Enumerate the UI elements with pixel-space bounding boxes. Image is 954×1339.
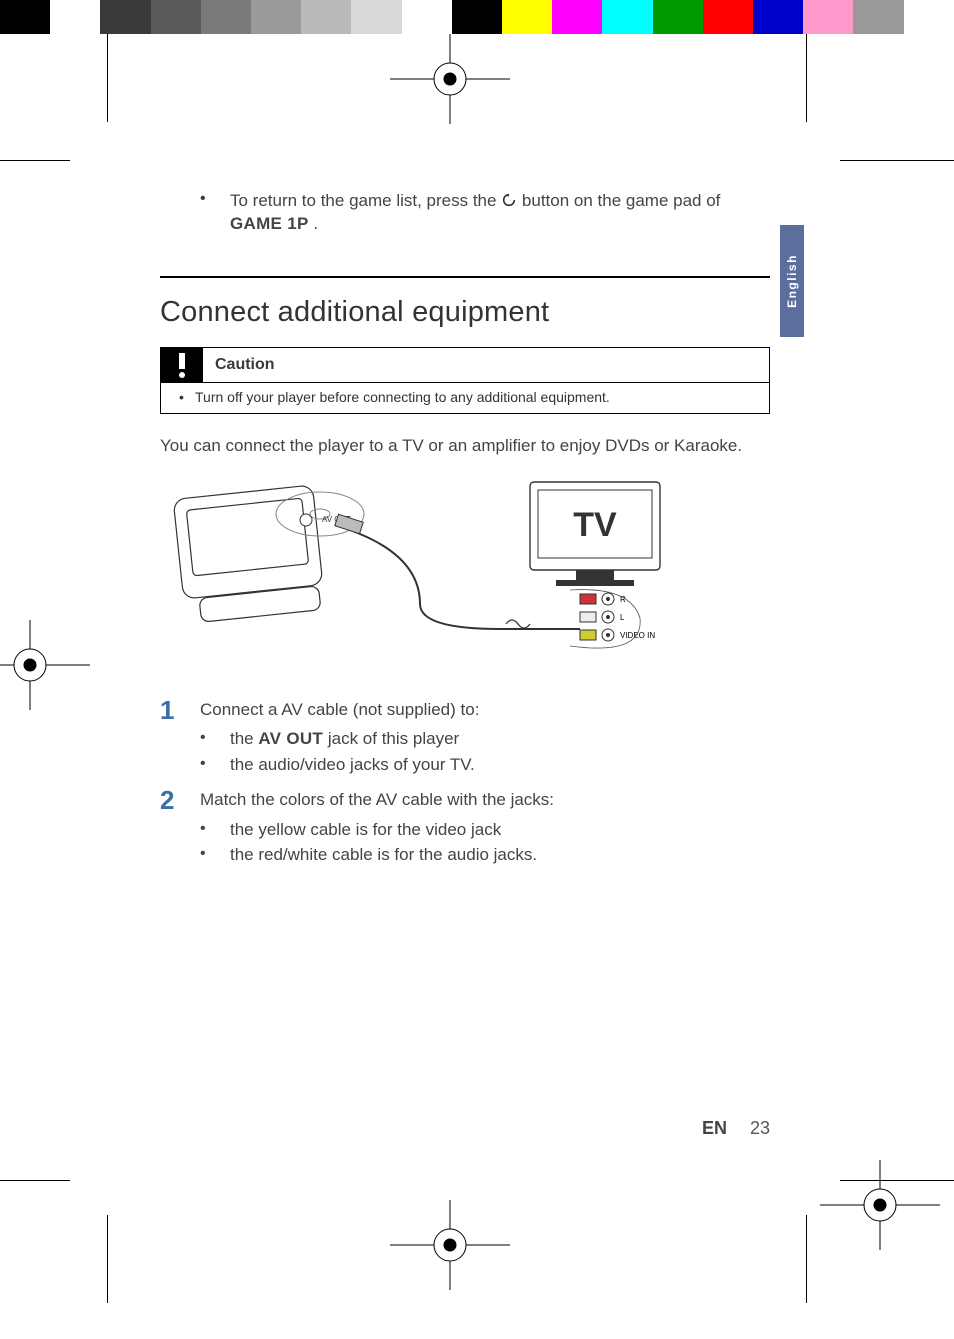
bullet-icon: • (200, 842, 230, 868)
crop-mark-icon (840, 160, 954, 161)
registration-mark-bottom-icon (390, 1200, 510, 1290)
step-body: Match the colors of the AV cable with th… (200, 787, 554, 868)
connection-diagram: AV OUT TV R L VIDEO IN (160, 474, 670, 674)
bullet-icon: • (200, 752, 230, 778)
crop-mark-icon (840, 1180, 954, 1181)
page-footer: EN 23 (160, 1118, 770, 1139)
crop-mark-icon (806, 1215, 807, 1303)
player-icon (173, 485, 323, 622)
caution-header: Caution (161, 348, 769, 382)
bullet-text: the yellow cable is for the video jack (230, 817, 501, 843)
step-number: 1 (160, 697, 200, 778)
step-text: Connect a AV cable (not supplied) to: (200, 700, 479, 719)
list-item: • the AV OUT jack of this player (200, 726, 479, 752)
registration-mark-right-icon (820, 1160, 940, 1250)
description-text: You can connect the player to a TV or an… (160, 436, 770, 456)
text: . (309, 214, 318, 233)
step-body: Connect a AV cable (not supplied) to: • … (200, 697, 479, 778)
list-item: • the yellow cable is for the video jack (200, 817, 554, 843)
rca-jacks-icon: R L VIDEO IN (570, 589, 655, 648)
caution-icon (161, 348, 203, 382)
bullet-icon: • (179, 389, 195, 405)
section-divider (160, 276, 770, 278)
crop-mark-icon (107, 34, 108, 122)
tv-icon: TV (530, 482, 660, 586)
step-2: 2 Match the colors of the AV cable with … (160, 787, 770, 868)
text: To return to the game list, press the (230, 191, 501, 210)
registration-mark-top-icon (390, 34, 510, 124)
list-item: • To return to the game list, press the … (200, 190, 770, 236)
plug-icon (335, 514, 363, 533)
bullet-icon: • (200, 190, 230, 236)
step-1: 1 Connect a AV cable (not supplied) to: … (160, 697, 770, 778)
list-item: • the audio/video jacks of your TV. (200, 752, 479, 778)
crop-mark-icon (806, 34, 807, 122)
bullet-text: the audio/video jacks of your TV. (230, 752, 475, 778)
page-content: • To return to the game list, press the … (160, 190, 770, 868)
caution-label: Caution (203, 348, 287, 382)
list-item: • the red/white cable is for the audio j… (200, 842, 554, 868)
step-number: 2 (160, 787, 200, 868)
language-tab-label: English (785, 254, 799, 308)
caution-text: Turn off your player before connecting t… (195, 389, 610, 405)
return-icon (501, 192, 517, 208)
bullet-icon: • (200, 726, 230, 752)
footer-page-number: 23 (750, 1118, 770, 1138)
text: button on the game pad of (522, 191, 721, 210)
crop-mark-icon (107, 1215, 108, 1303)
registration-mark-left-icon (0, 620, 90, 710)
crop-mark-icon (0, 1180, 70, 1181)
bullet-text: the red/white cable is for the audio jac… (230, 842, 537, 868)
language-tab: English (780, 225, 804, 337)
caution-box: Caution •Turn off your player before con… (160, 347, 770, 414)
footer-lang: EN (702, 1118, 727, 1138)
printer-color-bar (0, 0, 954, 34)
crop-mark-icon (0, 160, 70, 161)
bullet-text: To return to the game list, press the bu… (230, 190, 770, 236)
step-text: Match the colors of the AV cable with th… (200, 790, 554, 809)
caution-body: •Turn off your player before connecting … (161, 382, 769, 413)
bullet-icon: • (200, 817, 230, 843)
jack-l-label: L (620, 613, 625, 622)
bullet-text: the AV OUT jack of this player (230, 726, 459, 752)
text-bold: GAME 1P (230, 214, 309, 233)
section-heading: Connect additional equipment (160, 296, 770, 329)
tv-label: TV (573, 506, 617, 544)
